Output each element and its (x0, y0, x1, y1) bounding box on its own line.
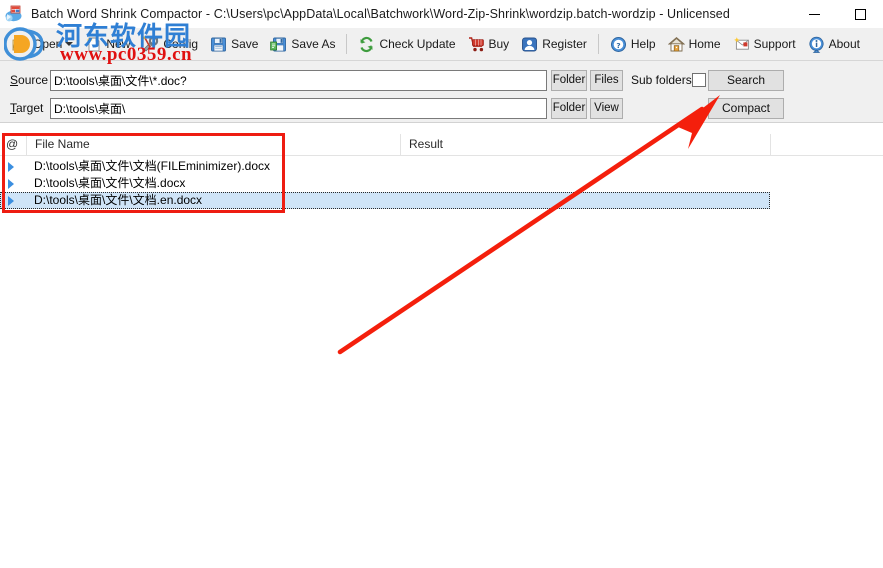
toolbar-label-home: Home (688, 37, 721, 51)
search-button[interactable]: Search (708, 70, 784, 91)
open-folder-icon (12, 36, 29, 53)
toolbar-button-check-update[interactable]: Check Update (353, 31, 460, 58)
toolbar-button-save[interactable]: Save (205, 31, 263, 58)
about-info-icon (808, 36, 825, 53)
toolbar-button-help[interactable]: ? Help (605, 31, 661, 58)
row-arrow-icon (8, 196, 14, 206)
file-name-cell: D:\tools\桌面\文件\文档.docx (34, 176, 186, 190)
source-label-rest: ource (18, 73, 49, 87)
main-toolbar: Open New Config Save Save As Check Updat… (0, 28, 883, 61)
config-tools-icon (142, 35, 159, 53)
toolbar-separator-1 (346, 34, 348, 54)
toolbar-button-config[interactable]: Config (137, 31, 203, 58)
file-list-header: @ File Name Result (0, 134, 883, 156)
target-label-rest: arget (16, 101, 44, 115)
toolbar-label-new: New (106, 37, 131, 51)
save-as-floppy-icon (270, 36, 287, 53)
maximize-icon (854, 8, 866, 20)
toolbar-button-open[interactable]: Open (7, 31, 78, 58)
minimize-icon (808, 13, 820, 15)
file-name-cell: D:\tools\桌面\文件\文档(FILEminimizer).docx (34, 159, 271, 173)
toolbar-label-buy: Buy (488, 37, 510, 51)
toolbar-button-register[interactable]: Register (516, 31, 592, 58)
toolbar-button-support[interactable]: Support (728, 31, 801, 58)
save-floppy-icon (210, 36, 227, 53)
table-row[interactable]: D:\tools\桌面\文件\文档.docx (0, 175, 770, 192)
source-row: Source Folder Files Sub folders Search (0, 70, 883, 92)
toolbar-label-support: Support (753, 37, 796, 51)
file-list[interactable]: @ File Name Result D:\tools\桌面\文件\文档(FIL… (0, 134, 883, 568)
compact-button[interactable]: Compact (708, 98, 784, 119)
toolbar-button-buy[interactable]: Buy (463, 31, 515, 58)
toolbar-label-about: About (828, 37, 860, 51)
column-header-at[interactable]: @ (0, 134, 26, 155)
row-arrow-icon (8, 179, 14, 189)
maximize-button[interactable] (837, 0, 883, 28)
toolbar-label-config: Config (163, 37, 199, 51)
window-title: Batch Word Shrink Compactor - C:\Users\p… (31, 7, 730, 21)
file-name-cell: D:\tools\桌面\文件\文档.en.docx (34, 193, 203, 207)
toolbar-button-new[interactable]: New (80, 31, 135, 58)
toolbar-button-save-as[interactable]: Save As (265, 31, 340, 58)
source-files-button[interactable]: Files (590, 70, 623, 91)
target-folder-button[interactable]: Folder (551, 98, 587, 119)
column-header-tail[interactable] (770, 134, 883, 155)
support-mail-icon (733, 36, 750, 53)
svg-text:?: ? (616, 41, 620, 50)
toolbar-label-check-update: Check Update (379, 37, 456, 51)
source-folder-button[interactable]: Folder (551, 70, 587, 91)
table-row[interactable]: D:\tools\桌面\文件\文档(FILEminimizer).docx (0, 158, 770, 175)
help-question-icon: ? (610, 36, 627, 53)
target-path-input[interactable] (50, 98, 547, 119)
app-icon (5, 5, 23, 23)
refresh-arrows-icon (358, 36, 375, 53)
toolbar-label-save-as: Save As (291, 37, 336, 51)
table-row[interactable]: D:\tools\桌面\文件\文档.en.docx (0, 192, 770, 209)
sub-folders-label: Sub folders (631, 73, 692, 87)
home-house-icon (667, 36, 685, 53)
toolbar-label-help: Help (630, 37, 656, 51)
path-form-panel: Source Folder Files Sub folders Search T… (0, 61, 883, 123)
column-header-name[interactable]: File Name (26, 134, 400, 155)
target-row: Target Folder View Compact (0, 98, 883, 120)
source-label-accel: S (10, 73, 19, 87)
target-view-button[interactable]: View (590, 98, 623, 119)
target-label: Target (10, 101, 50, 115)
register-user-icon (521, 36, 538, 53)
toolbar-separator-2 (597, 34, 599, 54)
toolbar-label-open: Open (33, 37, 63, 51)
sub-folders-checkbox[interactable] (692, 73, 706, 87)
minimize-button[interactable] (791, 0, 837, 28)
column-header-result[interactable]: Result (400, 134, 770, 155)
source-path-input[interactable] (50, 70, 547, 91)
title-bar: Batch Word Shrink Compactor - C:\Users\p… (0, 0, 883, 28)
toolbar-button-about[interactable]: About (803, 31, 865, 58)
toolbar-label-save: Save (231, 37, 259, 51)
source-label: Source (10, 73, 50, 87)
toolbar-button-home[interactable]: Home (663, 31, 726, 58)
toolbar-label-register: Register (542, 37, 587, 51)
new-document-icon (85, 36, 102, 53)
shopping-cart-icon (468, 36, 485, 53)
row-arrow-icon (8, 162, 14, 172)
chevron-down-icon[interactable] (65, 42, 74, 46)
